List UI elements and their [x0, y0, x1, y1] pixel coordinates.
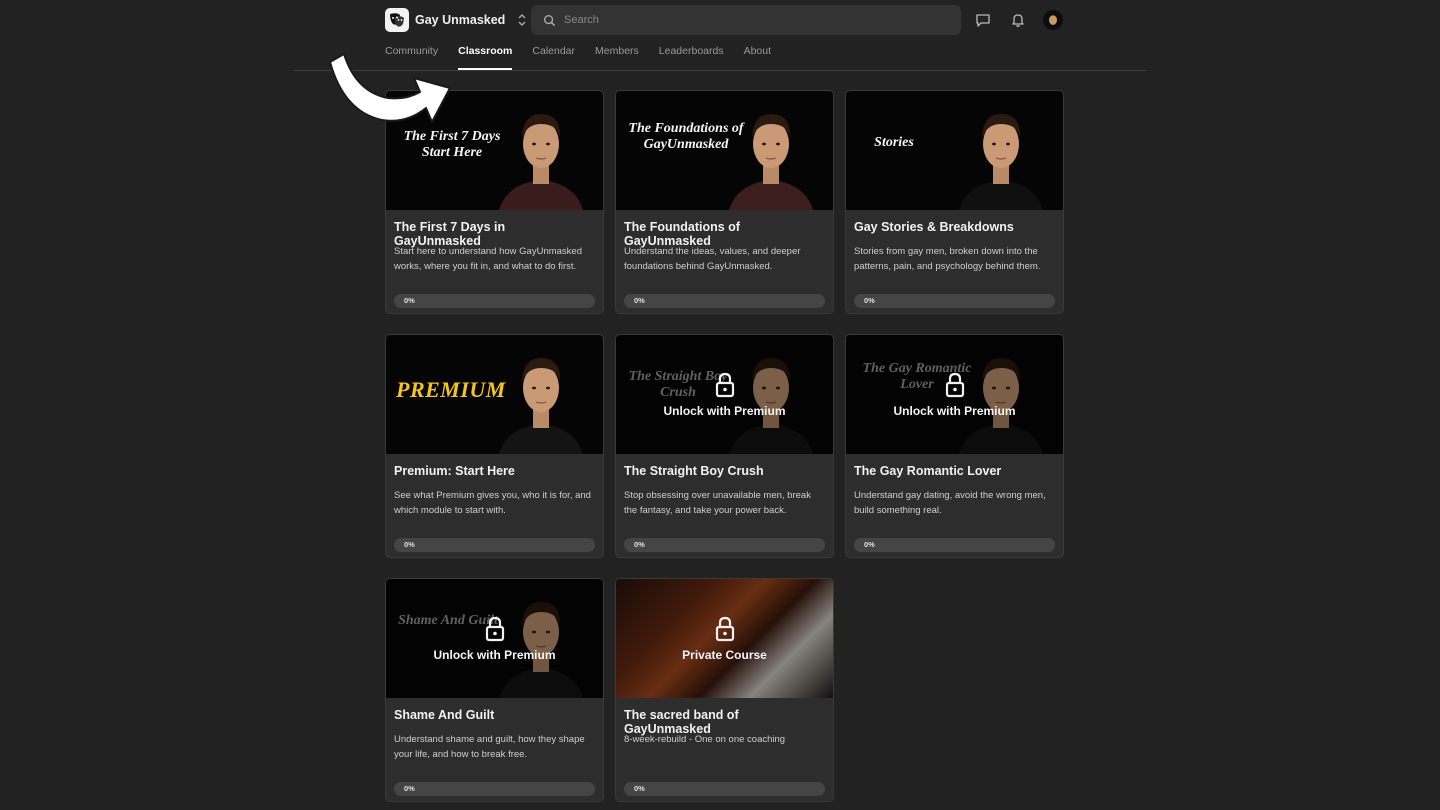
course-title[interactable]: The Gay Romantic Lover — [854, 464, 1055, 486]
top-header: Gay Unmasked — [385, 4, 1065, 36]
chevron-updown-icon[interactable] — [517, 13, 527, 27]
search-bar[interactable] — [531, 5, 961, 35]
lock-label: Unlock with Premium — [893, 403, 1016, 418]
progress-label: 0% — [634, 784, 645, 793]
bell-icon[interactable] — [1008, 10, 1028, 30]
tab-calendar[interactable]: Calendar — [532, 44, 575, 70]
group-switcher[interactable]: Gay Unmasked — [385, 8, 531, 32]
progress-bar: 0% — [394, 294, 595, 308]
course-thumbnail[interactable]: PREMIUM — [386, 335, 603, 454]
progress-bar: 0% — [624, 294, 825, 308]
course-description: 8-week-rebuild - One on one coaching — [624, 734, 786, 745]
instructor-photo — [499, 358, 583, 454]
course-body: Premium: Start Here See what Premium give… — [386, 454, 603, 552]
tab-classroom[interactable]: Classroom — [458, 44, 513, 70]
theater-mask-icon — [390, 13, 404, 27]
course-body: The First 7 Days in GayUnmasked Start her… — [386, 210, 603, 308]
group-name[interactable]: Gay Unmasked — [415, 13, 505, 27]
course-description: Stories from gay men, broken down into t… — [854, 246, 1041, 272]
course-card[interactable]: The Foundations of GayUnmasked The Founda… — [615, 90, 834, 314]
progress-label: 0% — [864, 540, 875, 549]
course-description: See what Premium gives you, who it is fo… — [394, 490, 591, 516]
tab-members[interactable]: Members — [595, 44, 639, 70]
course-body: The Gay Romantic Lover Understand gay dat… — [846, 454, 1063, 552]
progress-label: 0% — [864, 296, 875, 305]
lock-label: Unlock with Premium — [433, 647, 556, 662]
course-body: The sacred band of GayUnmasked 8-week-reb… — [616, 698, 833, 796]
lock-icon — [945, 372, 964, 397]
lock-overlay[interactable]: Unlock with Premium — [846, 335, 1063, 454]
user-avatar[interactable] — [1043, 10, 1063, 30]
progress-bar: 0% — [624, 538, 825, 552]
lock-overlay[interactable]: Unlock with Premium — [386, 579, 603, 698]
course-card[interactable]: Shame And Guilt Unlock with Premium Shame … — [385, 578, 604, 802]
course-title[interactable]: Premium: Start Here — [394, 464, 595, 486]
course-body: Shame And Guilt Understand shame and guil… — [386, 698, 603, 796]
course-description: Understand shame and guilt, how they sha… — [394, 734, 585, 760]
thumbnail-title: The First 7 Days Start Here — [403, 129, 501, 160]
course-body: The Straight Boy Crush Stop obsessing ove… — [616, 454, 833, 552]
thumbnail-title: PREMIUM — [396, 377, 506, 402]
search-icon — [543, 14, 556, 26]
lock-icon — [715, 616, 734, 641]
course-title[interactable]: The First 7 Days in GayUnmasked — [394, 220, 595, 248]
course-thumbnail[interactable]: Private Course — [616, 579, 833, 698]
course-thumbnail[interactable]: The Foundations of GayUnmasked — [616, 91, 833, 210]
course-card[interactable]: PREMIUM Premium: Start Here See what Premi… — [385, 334, 604, 558]
search-input[interactable] — [564, 14, 944, 26]
progress-bar: 0% — [394, 782, 595, 796]
course-body: Gay Stories & Breakdowns Stories from gay… — [846, 210, 1063, 308]
course-title[interactable]: The sacred band of GayUnmasked — [624, 708, 825, 736]
group-logo[interactable] — [385, 8, 409, 32]
lock-label: Unlock with Premium — [663, 403, 786, 418]
course-thumbnail[interactable]: Shame And Guilt Unlock with Premium — [386, 579, 603, 698]
progress-label: 0% — [404, 540, 415, 549]
thumbnail-title: The Foundations of GayUnmasked — [628, 121, 744, 152]
course-title[interactable]: Shame And Guilt — [394, 708, 595, 730]
lock-icon — [715, 372, 734, 397]
progress-label: 0% — [634, 540, 645, 549]
progress-label: 0% — [404, 784, 415, 793]
instructor-photo — [729, 114, 813, 210]
course-title[interactable]: The Foundations of GayUnmasked — [624, 220, 825, 248]
lock-icon — [485, 616, 504, 641]
course-card[interactable]: The Gay Romantic Lover Unlock with Premiu… — [845, 334, 1064, 558]
lock-overlay[interactable]: Private Course — [616, 579, 833, 698]
course-thumbnail[interactable]: Stories — [846, 91, 1063, 210]
lock-overlay[interactable]: Unlock with Premium — [616, 335, 833, 454]
progress-label: 0% — [634, 296, 645, 305]
course-title[interactable]: The Straight Boy Crush — [624, 464, 825, 486]
arrow-icon — [329, 53, 451, 123]
thumbnail-title: Stories — [874, 135, 914, 150]
header-actions — [973, 10, 1063, 30]
lock-label: Private Course — [682, 647, 767, 662]
course-thumbnail[interactable]: The Straight Boy Crush Unlock with Premiu… — [616, 335, 833, 454]
progress-bar: 0% — [624, 782, 825, 796]
course-card[interactable]: Stories Gay Stories & Breakdowns Stories f… — [845, 90, 1064, 314]
instructor-photo — [959, 114, 1043, 210]
chat-icon[interactable] — [973, 10, 993, 30]
course-card[interactable]: Private Course The sacred band of GayUnma… — [615, 578, 834, 802]
course-description: Understand gay dating, avoid the wrong m… — [854, 490, 1046, 516]
course-card[interactable]: The Straight Boy Crush Unlock with Premiu… — [615, 334, 834, 558]
progress-bar: 0% — [394, 538, 595, 552]
course-title[interactable]: Gay Stories & Breakdowns — [854, 220, 1055, 242]
course-thumbnail[interactable]: The Gay Romantic Lover Unlock with Premiu… — [846, 335, 1063, 454]
progress-bar: 0% — [854, 538, 1055, 552]
tab-about[interactable]: About — [744, 44, 771, 70]
course-description: Start here to understand how GayUnmasked… — [394, 246, 582, 272]
course-body: The Foundations of GayUnmasked Understand… — [616, 210, 833, 308]
progress-label: 0% — [404, 296, 415, 305]
tab-leaderboards[interactable]: Leaderboards — [659, 44, 724, 70]
course-description: Stop obsessing over unavailable men, bre… — [624, 490, 811, 516]
course-description: Understand the ideas, values, and deeper… — [624, 246, 801, 272]
progress-bar: 0% — [854, 294, 1055, 308]
